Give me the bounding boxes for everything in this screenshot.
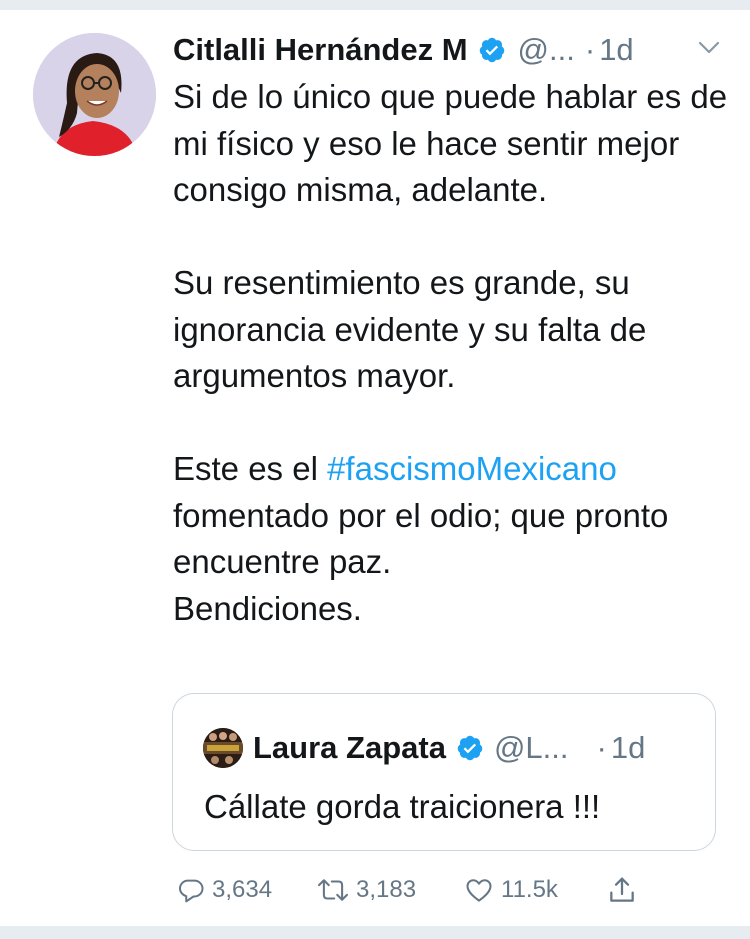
retweet-count: 3,183 bbox=[356, 876, 417, 903]
chevron-down-icon[interactable] bbox=[694, 38, 724, 58]
separator-dot: · bbox=[584, 32, 596, 67]
reply-icon bbox=[176, 875, 206, 905]
tweet-actions: 3,634 3,183 11.5k bbox=[0, 868, 750, 912]
like-icon bbox=[463, 875, 495, 905]
quoted-author-avatar[interactable] bbox=[203, 728, 243, 768]
tweet-text-segment: fomentado por el odio; que pronto encuen… bbox=[173, 496, 669, 581]
verified-badge-icon bbox=[456, 734, 484, 762]
tweet-timestamp[interactable]: 1d bbox=[599, 32, 633, 68]
quoted-tweet-text: Cállate gorda traicionera !!! bbox=[204, 788, 601, 825]
quoted-tweet-header: Laura Zapata @L... · 1d bbox=[253, 726, 645, 770]
hashtag-link[interactable]: #fascismoMexicano bbox=[327, 450, 617, 487]
top-divider bbox=[0, 0, 750, 10]
share-icon bbox=[606, 874, 638, 906]
like-count: 11.5k bbox=[501, 876, 558, 903]
tweet-paragraph: Su resentimiento es grande, su ignoranci… bbox=[173, 264, 647, 394]
share-button[interactable] bbox=[606, 868, 638, 912]
tweet-paragraph: Este es el #fascismoMexicano fomentado p… bbox=[173, 446, 733, 586]
tweet-paragraph: Si de lo único que puede hablar es de mi… bbox=[173, 78, 728, 208]
quoted-tweet-timestamp[interactable]: 1d bbox=[611, 730, 645, 766]
quoted-author-handle[interactable]: @L... bbox=[494, 730, 569, 766]
tweet-text-segment: Este es el bbox=[173, 450, 328, 487]
author-avatar[interactable] bbox=[33, 33, 156, 156]
reply-count: 3,634 bbox=[212, 876, 273, 903]
tweet-paragraph: Bendiciones. bbox=[173, 589, 362, 627]
tweet-text: Si de lo único que puede hablar es de mi… bbox=[173, 74, 733, 632]
verified-badge-icon bbox=[478, 36, 506, 64]
separator-dot: · bbox=[596, 730, 607, 765]
author-handle[interactable]: @... bbox=[518, 32, 575, 68]
author-name[interactable]: Citlalli Hernández M bbox=[173, 32, 468, 68]
quoted-author-name[interactable]: Laura Zapata bbox=[253, 730, 446, 766]
retweet-button[interactable]: 3,183 bbox=[316, 868, 416, 912]
like-button[interactable]: 11.5k bbox=[463, 868, 558, 912]
bottom-divider bbox=[0, 926, 750, 939]
retweet-icon bbox=[316, 875, 350, 905]
tweet-header: Citlalli Hernández M @... · 1d bbox=[173, 28, 634, 72]
reply-button[interactable]: 3,634 bbox=[176, 868, 272, 912]
quoted-tweet[interactable]: Laura Zapata @L... · 1d Cállate gorda tr… bbox=[172, 693, 716, 851]
